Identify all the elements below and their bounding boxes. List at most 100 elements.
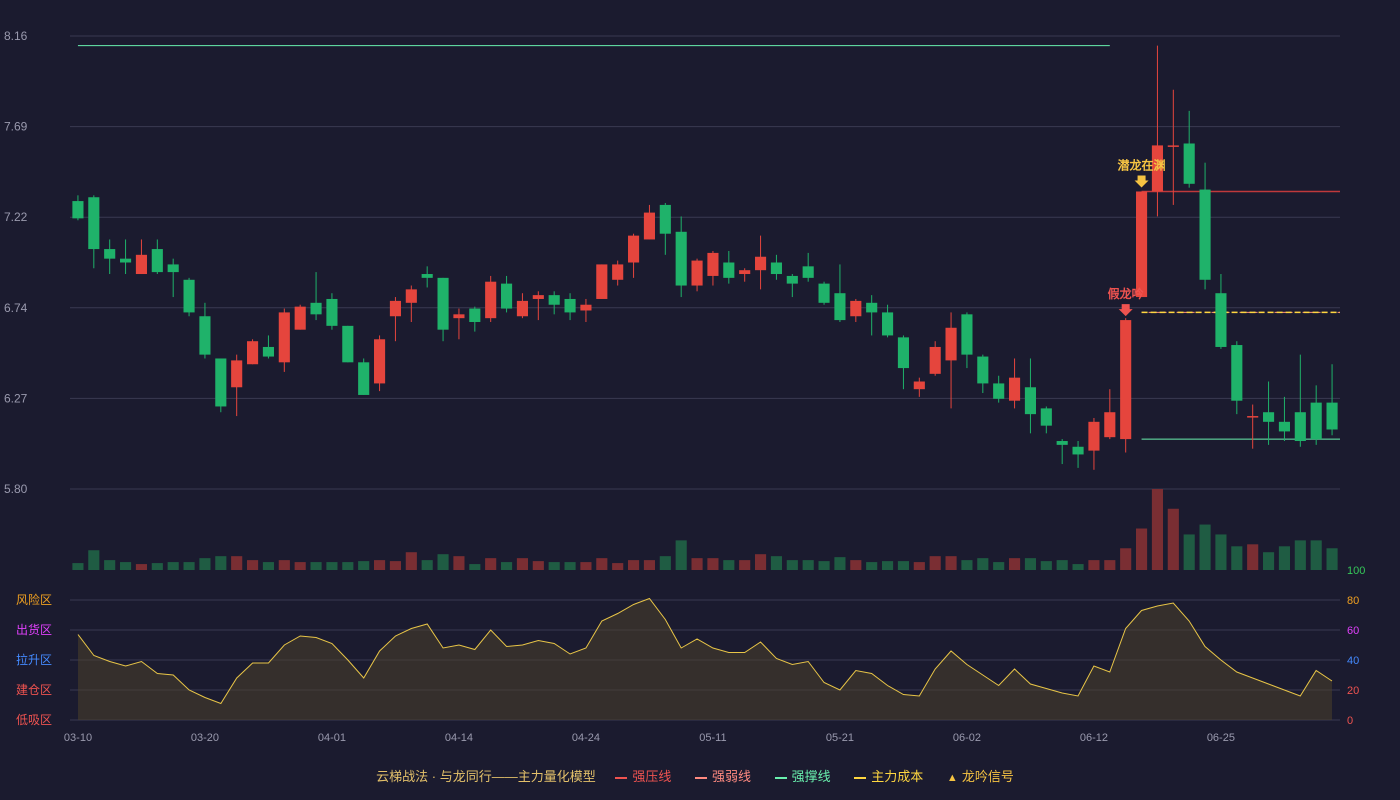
candle-body [675, 231, 687, 286]
x-axis-tick-label: 04-14 [445, 732, 473, 744]
candle-body [1104, 412, 1116, 438]
candle-body [1009, 377, 1021, 401]
x-axis-tick-label: 04-24 [572, 732, 600, 744]
volume-bar [294, 562, 306, 570]
candle-body [1231, 345, 1243, 401]
candle-body [405, 289, 417, 303]
candle-body [707, 252, 719, 276]
volume-bar [929, 556, 941, 570]
volume-bar [421, 560, 433, 570]
volume-bar [770, 556, 782, 570]
candle-body [1294, 412, 1306, 442]
triangle-icon: ▲ [946, 772, 958, 784]
candle-body [628, 235, 640, 263]
oscillator-area [78, 598, 1332, 720]
candle-body [167, 264, 179, 273]
volume-bar [516, 558, 528, 570]
candle-body [421, 274, 433, 278]
candle-body [643, 212, 655, 240]
candle-body [1088, 421, 1100, 451]
volume-bar [1183, 534, 1195, 570]
oscillator-axis-tick-label: 0 [1347, 715, 1353, 727]
candle-body [723, 262, 735, 278]
candle-body [342, 325, 354, 363]
candle-body [485, 281, 497, 319]
volume-bar [310, 562, 322, 570]
legend-item-support-line[interactable]: 强撑线 [774, 766, 831, 785]
volume-bar [135, 564, 147, 570]
candle-body [151, 249, 163, 273]
candle-body [929, 346, 941, 374]
candle-body [374, 339, 386, 384]
volume-bar [199, 558, 211, 570]
volume-bar [834, 557, 846, 570]
candle-body [548, 295, 560, 305]
signal-annotation: 潜龙在渊 [1118, 157, 1166, 172]
volume-bar [628, 560, 640, 570]
price-axis-tick-label: 6.27 [4, 391, 28, 405]
volume-bar [1326, 548, 1338, 570]
price-axis-tick-label: 7.22 [4, 210, 28, 224]
candle-body [247, 341, 259, 365]
candle-body [770, 262, 782, 275]
candle-body [739, 270, 751, 275]
candle-body [596, 264, 608, 299]
volume-bar [548, 562, 560, 570]
x-axis-tick-label: 06-25 [1207, 732, 1235, 744]
volume-bar [897, 561, 909, 570]
candle-body [453, 314, 465, 319]
candle-body [104, 249, 116, 259]
candle-body [1120, 320, 1132, 440]
volume-bar [485, 558, 497, 570]
candle-body [691, 260, 703, 286]
volume-bar [120, 562, 132, 570]
candle-body [1040, 408, 1052, 426]
candle-body [326, 298, 338, 326]
oscillator-zone-label: 建仓区 [16, 683, 52, 697]
x-axis-tick-label: 06-12 [1080, 732, 1108, 744]
oscillator-axis-tick-label: 40 [1347, 655, 1359, 667]
candle-body [786, 275, 798, 284]
x-axis-tick-label: 06-02 [953, 732, 981, 744]
candle-body [1263, 412, 1275, 422]
candle-body [183, 279, 195, 313]
volume-bar [866, 562, 878, 570]
volume-bar [643, 560, 655, 570]
candle-body [945, 327, 957, 361]
candle-body [215, 358, 227, 407]
volume-bar [262, 562, 274, 570]
volume-bar [691, 558, 703, 570]
legend-item-main-cost[interactable]: 主力成本 [854, 766, 923, 785]
volume-bar [1136, 528, 1148, 570]
volume-bar [945, 556, 957, 570]
candle-body [961, 314, 973, 355]
volume-bar [1199, 524, 1211, 570]
signal-arrow-icon [1118, 304, 1133, 317]
volume-bar [1072, 564, 1084, 570]
volume-bar [342, 562, 354, 570]
candle-body [755, 256, 767, 271]
candle-body [1215, 293, 1227, 347]
x-axis-tick-label: 03-20 [191, 732, 219, 744]
x-axis-tick-label: 05-21 [826, 732, 854, 744]
oscillator-zone-label: 拉升区 [16, 652, 52, 667]
chart-legend: 云梯战法 · 与龙同行——主力量化模型 强压线 强弱线 强撑线 主力成本 ▲ 龙吟… [0, 766, 1400, 785]
candle-body [469, 308, 481, 323]
volume-bar [1263, 552, 1275, 570]
legend-item-strength-line[interactable]: 强弱线 [695, 766, 751, 785]
volume-bar [501, 562, 513, 570]
volume-bar [659, 556, 671, 570]
legend-item-pressure-line[interactable]: 强压线 [615, 766, 671, 785]
volume-bar [247, 560, 259, 570]
legend-item-dragon-signal[interactable]: ▲ 龙吟信号 [947, 766, 1014, 785]
volume-bar [1294, 540, 1306, 570]
signal-annotation: 假龙吟 [1108, 286, 1144, 301]
candle-body [1136, 191, 1148, 298]
candle-body [818, 283, 830, 303]
candle-body [564, 298, 576, 313]
volume-bar [358, 561, 370, 570]
volume-bar [755, 554, 767, 570]
candle-body [501, 283, 513, 309]
candle-body [993, 383, 1005, 399]
candle-body [802, 266, 814, 278]
